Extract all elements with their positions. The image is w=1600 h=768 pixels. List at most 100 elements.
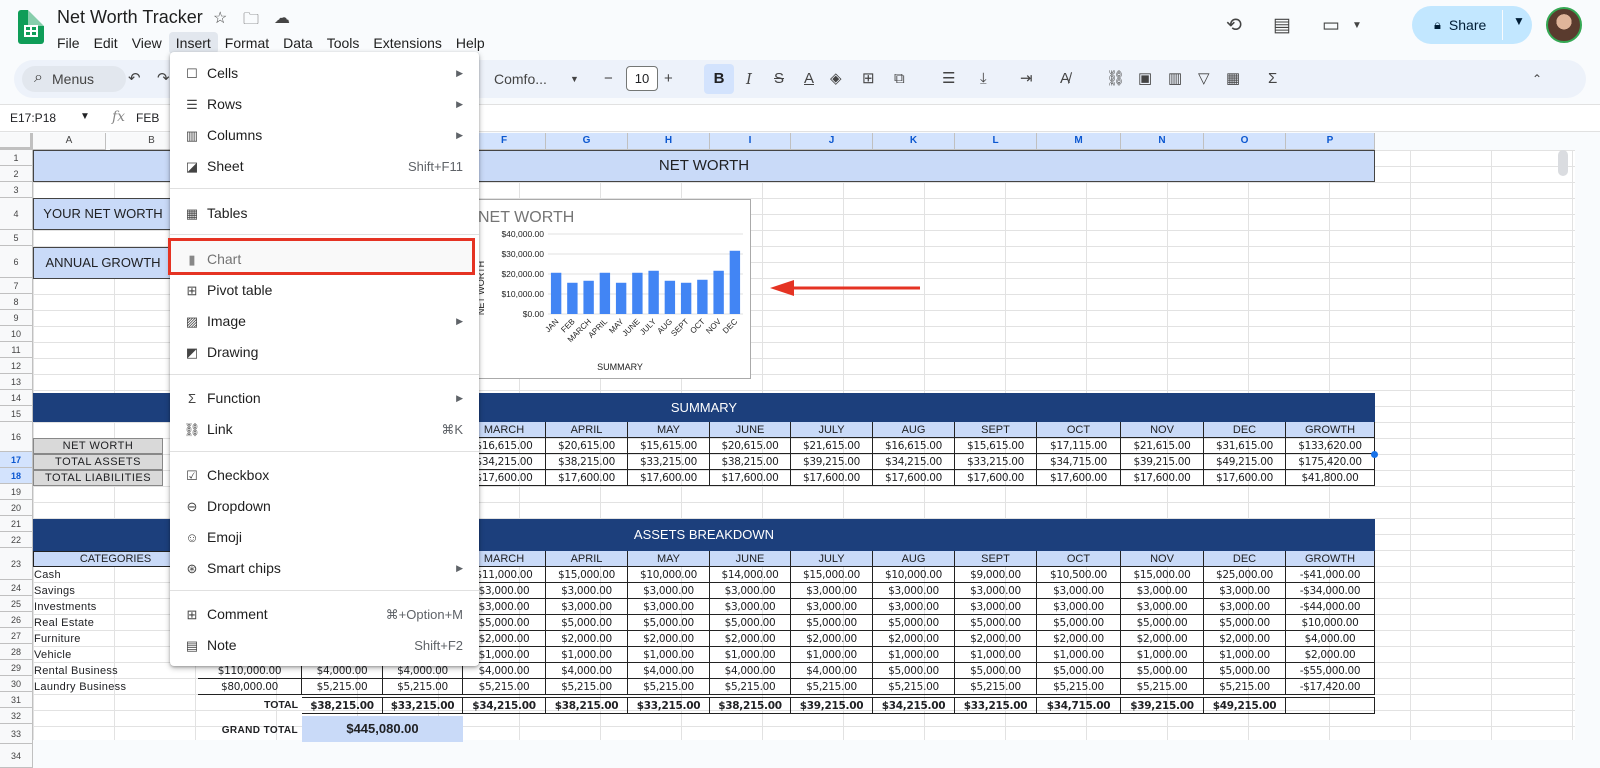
collapse-toolbar-icon[interactable]: ⌃ <box>1532 69 1542 91</box>
avatar[interactable] <box>1546 7 1582 43</box>
assets-row-cell[interactable]: $3,000.00 <box>791 583 873 599</box>
assets-row-cell[interactable]: $5,000.00 <box>1037 615 1121 631</box>
total-cell[interactable]: $34,215.00 <box>463 697 546 714</box>
assets-cell[interactable]: $80,000.00 <box>198 679 302 695</box>
total-cell[interactable]: $38,215.00 <box>710 697 791 714</box>
assets-row-cell[interactable]: $14,000.00 <box>710 567 791 583</box>
assets-row-cell[interactable]: $2,000.00 <box>1037 631 1121 647</box>
assets-row-cell[interactable]: $3,000.00 <box>628 599 710 615</box>
move-folder-icon[interactable]: 🗀 <box>243 8 259 35</box>
summary-row-cell[interactable]: $49,215.00 <box>1204 454 1286 470</box>
summary-row-cell[interactable]: $175,420.00 <box>1286 454 1375 470</box>
assets-row-cell[interactable]: $3,000.00 <box>873 583 955 599</box>
column-header-j[interactable]: J <box>791 133 873 150</box>
summary-header-row-cell[interactable]: APRIL <box>546 422 628 438</box>
row-header-30[interactable]: 30 <box>0 676 33 692</box>
menu-edit[interactable]: Edit <box>87 32 125 54</box>
assets-row-cell[interactable]: $9,000.00 <box>955 567 1037 583</box>
formula-input[interactable]: FEB <box>136 111 159 125</box>
row-header-4[interactable]: 4 <box>0 198 33 230</box>
bold-button[interactable]: B <box>704 64 734 94</box>
assets-row-cell[interactable]: $1,000.00 <box>1121 647 1204 663</box>
summary-row-cell[interactable]: $38,215.00 <box>546 454 628 470</box>
row-header-17[interactable]: 17 <box>0 452 33 468</box>
assets-row-cell[interactable]: -$44,000.00 <box>1286 599 1375 615</box>
assets-row-cell[interactable]: $2,000.00 <box>873 631 955 647</box>
menu-item-emoji[interactable]: ☺ Emoji <box>170 522 479 553</box>
summary-row-cell[interactable]: $15,615.00 <box>628 438 710 454</box>
total-cell[interactable]: $39,215.00 <box>791 697 873 714</box>
row-header-14[interactable]: 14 <box>0 390 33 406</box>
assets-row-cell[interactable]: $3,000.00 <box>710 599 791 615</box>
row-header-9[interactable]: 9 <box>0 310 33 326</box>
assets-row-cell[interactable]: $5,000.00 <box>1037 663 1121 679</box>
assets-row-cell[interactable]: $4,000.00 <box>628 663 710 679</box>
assets-row-cell[interactable]: $5,000.00 <box>955 615 1037 631</box>
assets-row-cell[interactable]: $5,000.00 <box>546 615 628 631</box>
assets-header-row-cell[interactable]: AUG <box>873 551 955 567</box>
sheets-logo-icon[interactable] <box>18 10 44 44</box>
summary-row-cell[interactable]: $34,715.00 <box>1037 454 1121 470</box>
strikethrough-button[interactable]: S <box>774 69 784 91</box>
net-worth-chart[interactable]: NET WORTH SUMMARY NET WORTH $0.00 $10,000.00… <box>467 199 751 379</box>
row-header-16[interactable]: 16 <box>0 422 33 452</box>
assets-row-cell[interactable]: $3,000.00 <box>791 599 873 615</box>
name-box[interactable]: E17:P18 <box>10 111 56 125</box>
assets-row-cell[interactable]: $3,000.00 <box>1037 583 1121 599</box>
assets-row-cell[interactable]: $3,000.00 <box>1121 583 1204 599</box>
summary-header-row-cell[interactable]: GROWTH <box>1286 422 1375 438</box>
total-cell[interactable]: $33,215.00 <box>628 697 710 714</box>
assets-header-row-cell[interactable]: JUNE <box>710 551 791 567</box>
row-header-31[interactable]: 31 <box>0 692 33 708</box>
assets-row-cell[interactable]: $2,000.00 <box>710 631 791 647</box>
menu-item-note[interactable]: ▤ Note Shift+F2 <box>170 630 479 661</box>
summary-row-cell[interactable]: $17,600.00 <box>1121 470 1204 486</box>
column-header-g[interactable]: G <box>546 133 628 150</box>
column-header-k[interactable]: K <box>873 133 955 150</box>
summary-header-row-cell[interactable]: JUNE <box>710 422 791 438</box>
menu-item-smart-chips[interactable]: ⊛ Smart chips ▶ <box>170 553 479 584</box>
share-dropdown-icon[interactable]: ▼ <box>1513 14 1525 28</box>
assets-row-cell[interactable]: $15,000.00 <box>1121 567 1204 583</box>
menu-item-columns[interactable]: ▥ Columns ▶ <box>170 120 479 151</box>
row-header-23[interactable]: 23 <box>0 548 33 580</box>
vertical-scrollbar[interactable] <box>1558 150 1568 176</box>
assets-row-cell[interactable]: $5,215.00 <box>791 679 873 695</box>
font-select[interactable]: Comfo... <box>494 69 547 91</box>
assets-row-cell[interactable]: $4,000.00 <box>710 663 791 679</box>
assets-row-cell[interactable]: $2,000.00 <box>1121 631 1204 647</box>
assets-row-cell[interactable]: $5,000.00 <box>791 615 873 631</box>
assets-row-cell[interactable]: $10,000.00 <box>873 567 955 583</box>
assets-row-cell[interactable]: $2,000.00 <box>546 631 628 647</box>
assets-row-cell[interactable]: $5,215.00 <box>463 679 546 695</box>
assets-row-cell[interactable]: $5,215.00 <box>710 679 791 695</box>
assets-row-cell[interactable]: $5,215.00 <box>873 679 955 695</box>
row-header-19[interactable]: 19 <box>0 484 33 500</box>
meet-icon[interactable]: ▭ <box>1322 14 1340 37</box>
assets-row-cell[interactable]: $5,000.00 <box>873 615 955 631</box>
row-header-2[interactable]: 2 <box>0 166 33 182</box>
menu-item-dropdown[interactable]: ⊖ Dropdown <box>170 491 479 522</box>
summary-row-cell[interactable]: $20,615.00 <box>710 438 791 454</box>
menu-help[interactable]: Help <box>449 32 492 54</box>
select-all-corner[interactable] <box>0 133 33 150</box>
assets-row-cell[interactable]: $5,215.00 <box>1121 679 1204 695</box>
italic-button[interactable]: I <box>746 69 752 91</box>
insert-link-icon[interactable]: ⛓ <box>1106 69 1125 91</box>
row-header-15[interactable]: 15 <box>0 406 33 422</box>
summary-row-cell[interactable]: $31,615.00 <box>1204 438 1286 454</box>
row-header-29[interactable]: 29 <box>0 660 33 676</box>
increase-font-icon[interactable]: + <box>664 69 673 91</box>
column-header-p[interactable]: P <box>1286 133 1375 150</box>
assets-row-cell[interactable]: $1,000.00 <box>710 647 791 663</box>
row-header-11[interactable]: 11 <box>0 342 33 358</box>
assets-row-cell[interactable]: $4,000.00 <box>1286 631 1375 647</box>
version-history-icon[interactable]: ⟲ <box>1226 14 1242 37</box>
functions-button[interactable]: Σ <box>1268 69 1277 91</box>
row-header-27[interactable]: 27 <box>0 628 33 644</box>
summary-row-cell[interactable]: $20,615.00 <box>546 438 628 454</box>
menu-format[interactable]: Format <box>218 32 276 54</box>
menu-item-checkbox[interactable]: ☑ Checkbox <box>170 460 479 491</box>
assets-row-cell[interactable]: $2,000.00 <box>1286 647 1375 663</box>
assets-row-cell[interactable]: $5,215.00 <box>628 679 710 695</box>
